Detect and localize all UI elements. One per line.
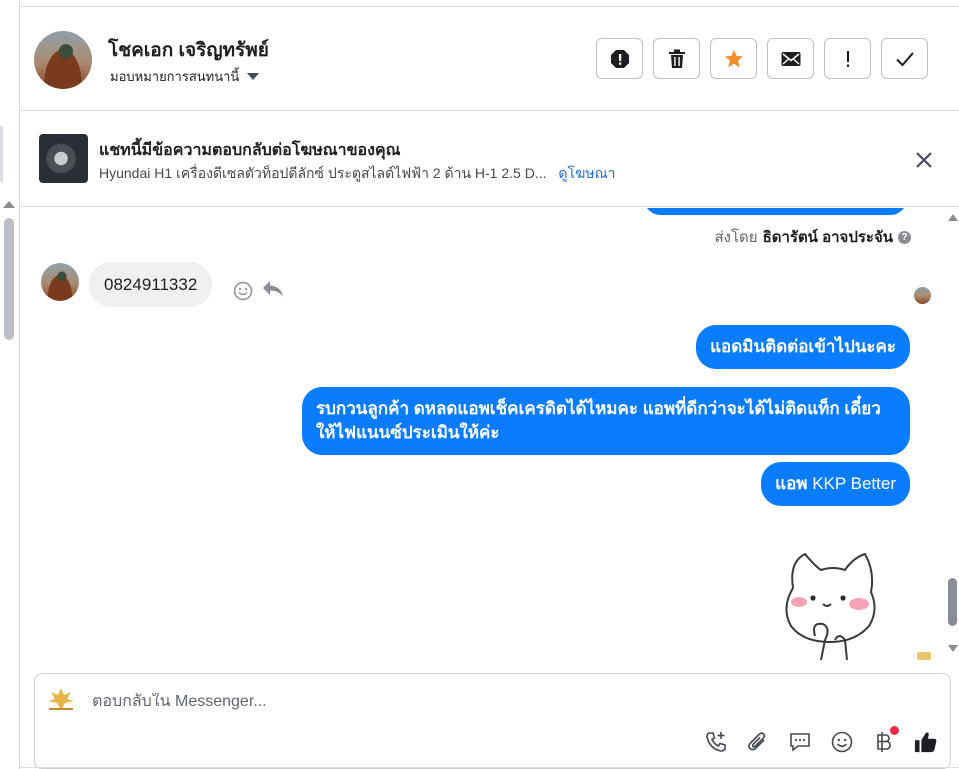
bottom-divider: [20, 767, 959, 768]
phone-plus-icon: [706, 732, 726, 752]
reply-icon[interactable]: [262, 279, 284, 299]
caret-down-icon: [247, 73, 260, 80]
paperclip-icon: [748, 732, 766, 751]
check-icon: [895, 51, 914, 66]
contact-name[interactable]: โชคเอก เจริญทรัพย์: [108, 35, 269, 65]
message-prefix: แอพ: [775, 474, 808, 493]
emoji-button[interactable]: [830, 730, 854, 754]
side-tab-edge: [0, 126, 3, 182]
ad-description-text: Hyundai H1 เครื่องดีเซลตัวท็อปดีลักซ์ ปร…: [99, 165, 547, 181]
header-actions: [596, 38, 928, 79]
like-button[interactable]: [914, 730, 938, 754]
sent-by-name: ธิดารัตน์ อาจประจัน: [762, 229, 893, 246]
thread-scrollbar[interactable]: [947, 208, 959, 660]
message-composer: [34, 673, 951, 769]
reply-input[interactable]: [92, 693, 652, 711]
follow-up-button[interactable]: [824, 38, 871, 79]
composer-tools: [704, 726, 938, 754]
assign-conversation-dropdown[interactable]: มอบหมายการสนทนานี้: [110, 66, 260, 87]
attach-button[interactable]: [746, 730, 770, 754]
previous-message-bubble[interactable]: [644, 208, 907, 215]
sent-by-label: ส่งโดย ธิดารัตน์ อาจประจัน ?: [714, 225, 911, 249]
thread-scrollbar-thumb[interactable]: [948, 578, 957, 626]
ad-banner-title: แชทนี้มีข้อความตอบกลับต่อโฆษณาของคุณ: [99, 142, 401, 159]
octagon-alert-icon: [610, 49, 629, 68]
cat-sticker[interactable]: [775, 548, 885, 660]
thumbs-up-icon: [914, 732, 937, 753]
message-rest: KKP Better: [807, 474, 896, 493]
outgoing-message-bubble[interactable]: แอดมินติดต่อเข้าไปนะคะ: [696, 325, 910, 369]
outgoing-message-bubble[interactable]: รบกวนลูกค้า ดหลดแอพเช็คเครดิตได้ไหมคะ แอ…: [302, 387, 910, 455]
smile-reaction-icon[interactable]: [233, 281, 253, 301]
assign-label: มอบหมายการสนทนานี้: [110, 69, 240, 84]
payment-button[interactable]: [872, 726, 899, 754]
sender-avatar[interactable]: [41, 263, 79, 301]
saved-replies-button[interactable]: [788, 730, 812, 754]
delete-button[interactable]: [653, 38, 700, 79]
exclamation-icon: [846, 50, 849, 67]
chat-bubble-icon: [790, 733, 810, 752]
view-ad-link[interactable]: ดูโฆษณา: [558, 165, 615, 181]
message-thread: ส่งโดย ธิดารัตน์ อาจประจัน ? 0824911332 …: [20, 208, 959, 660]
seen-page-logo: [917, 652, 931, 660]
left-rail: [0, 0, 20, 769]
star-button[interactable]: [710, 38, 757, 79]
ad-thumbnail[interactable]: [39, 134, 88, 183]
envelope-icon: [781, 51, 800, 66]
seen-avatar: [914, 287, 931, 304]
incoming-message-bubble[interactable]: 0824911332: [89, 262, 213, 307]
trash-icon: [668, 49, 685, 68]
conversation-header: โชคเอก เจริญทรัพย์ มอบหมายการสนทนานี้: [20, 7, 959, 111]
spam-button[interactable]: [596, 38, 643, 79]
scroll-down-arrow[interactable]: [948, 645, 958, 652]
contact-avatar[interactable]: [34, 31, 92, 89]
notification-dot: [890, 726, 899, 735]
mark-unread-button[interactable]: [767, 38, 814, 79]
scroll-up-arrow[interactable]: [948, 214, 958, 221]
ad-description: Hyundai H1 เครื่องดีเซลตัวท็อปดีลักซ์ ปร…: [99, 163, 615, 185]
sent-by-prefix: ส่งโดย: [714, 229, 758, 246]
ad-reply-banner: แชทนี้มีข้อความตอบกลับต่อโฆษณาของคุณ Hyu…: [20, 112, 959, 207]
page-logo-icon: [48, 688, 74, 710]
scroll-up-arrow[interactable]: [3, 201, 15, 208]
list-scrollbar-thumb[interactable]: [4, 218, 14, 340]
help-icon[interactable]: ?: [898, 230, 911, 244]
call-button[interactable]: [704, 730, 728, 754]
star-icon: [724, 49, 743, 67]
emoji-icon: [831, 731, 853, 753]
close-icon[interactable]: [915, 151, 933, 169]
done-button[interactable]: [881, 38, 928, 79]
outgoing-message-bubble[interactable]: แอพ KKP Better: [761, 462, 910, 506]
